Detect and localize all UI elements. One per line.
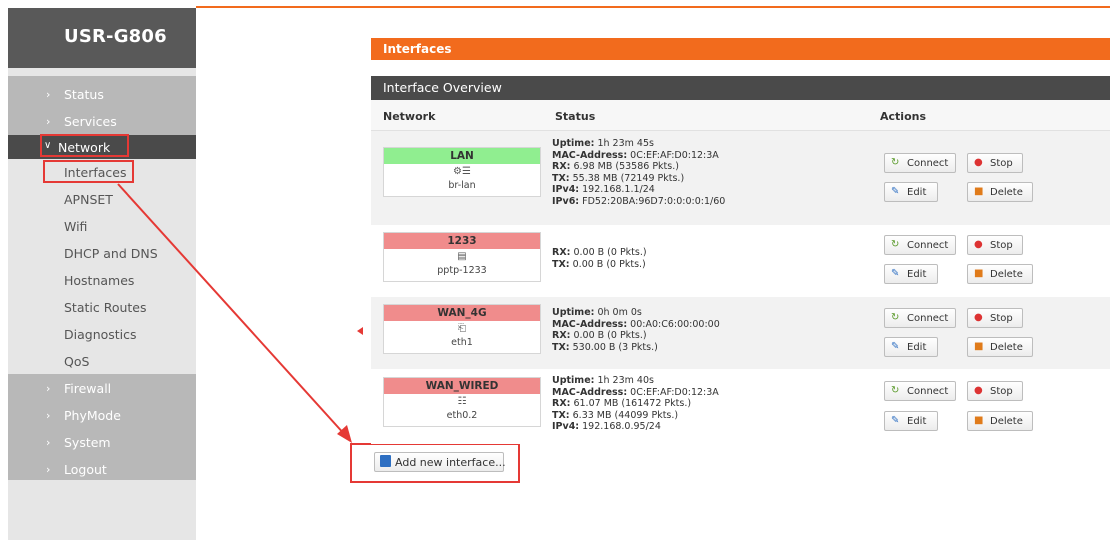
stop-icon: ● — [974, 385, 983, 396]
bridge-icon: ⚙☰ — [453, 166, 471, 177]
trash-icon: ■ — [974, 186, 984, 197]
switch-icon: ☷ — [457, 396, 467, 407]
stop-button[interactable]: ● Stop — [967, 153, 1023, 173]
row-pointer-marker — [357, 327, 363, 335]
interface-badge-lan: LAN ⚙☰ br-lan — [383, 147, 541, 197]
edit-button[interactable]: ✎ Edit — [884, 337, 938, 357]
edit-button[interactable]: ✎ Edit — [884, 182, 938, 202]
interface-status: Uptime: 1h 23m 40s MAC-Address: 0C:EF:AF… — [552, 375, 719, 432]
column-network: Network — [383, 110, 436, 123]
table-row: LAN ⚙☰ br-lan Uptime: 1h 23m 45s MAC-Add… — [371, 131, 1110, 225]
add-icon — [380, 455, 391, 467]
stop-icon: ● — [974, 157, 983, 168]
trash-icon: ■ — [974, 415, 984, 426]
connect-button[interactable]: ↻ Connect — [884, 153, 956, 173]
table-row: WAN_WIRED ☷ eth0.2 Uptime: 1h 23m 40s MA… — [371, 369, 1110, 444]
interface-status: RX: 0.00 B (0 Pkts.) TX: 0.00 B (0 Pkts.… — [552, 247, 647, 270]
delete-button[interactable]: ■ Delete — [967, 337, 1033, 357]
ethernet-icon: ⎗ — [458, 323, 466, 334]
edit-icon: ✎ — [891, 268, 900, 279]
interface-badge-wan-wired: WAN_WIRED ☷ eth0.2 — [383, 377, 541, 427]
interface-name: WAN_4G — [384, 305, 540, 321]
table-row: 1233 ▤ pptp-1233 RX: 0.00 B (0 Pkts.) TX… — [371, 225, 1110, 297]
interface-badge-wan-4g: WAN_4G ⎗ eth1 — [383, 304, 541, 354]
connect-icon: ↻ — [891, 312, 900, 323]
edit-button[interactable]: ✎ Edit — [884, 264, 938, 284]
edit-icon: ✎ — [891, 186, 900, 197]
column-status: Status — [555, 110, 596, 123]
trash-icon: ■ — [974, 268, 984, 279]
stop-button[interactable]: ● Stop — [967, 235, 1023, 255]
stop-icon: ● — [974, 312, 983, 323]
interface-device: pptp-1233 — [437, 265, 487, 276]
connect-icon: ↻ — [891, 385, 900, 396]
stop-button[interactable]: ● Stop — [967, 381, 1023, 401]
table-row: WAN_4G ⎗ eth1 Uptime: 0h 0m 0s MAC-Addre… — [371, 297, 1110, 369]
connect-icon: ↻ — [891, 239, 900, 250]
delete-button[interactable]: ■ Delete — [967, 182, 1033, 202]
interface-device: br-lan — [448, 180, 476, 191]
delete-button[interactable]: ■ Delete — [967, 264, 1033, 284]
edit-button[interactable]: ✎ Edit — [884, 411, 938, 431]
table-header: Network Status Actions — [371, 100, 1110, 131]
interface-status: Uptime: 1h 23m 45s MAC-Address: 0C:EF:AF… — [552, 138, 726, 207]
interface-status: Uptime: 0h 0m 0s MAC-Address: 00:A0:C6:0… — [552, 307, 720, 353]
connect-button[interactable]: ↻ Connect — [884, 381, 956, 401]
interface-badge-1233: 1233 ▤ pptp-1233 — [383, 232, 541, 282]
edit-icon: ✎ — [891, 341, 900, 352]
delete-button[interactable]: ■ Delete — [967, 411, 1033, 431]
connect-button[interactable]: ↻ Connect — [884, 308, 956, 328]
connect-button[interactable]: ↻ Connect — [884, 235, 956, 255]
edit-icon: ✎ — [891, 415, 900, 426]
interface-device: eth1 — [451, 337, 473, 348]
stop-button[interactable]: ● Stop — [967, 308, 1023, 328]
trash-icon: ■ — [974, 341, 984, 352]
section-header: Interface Overview — [371, 76, 1110, 100]
page-title-bar: Interfaces — [371, 38, 1110, 60]
section-title: Interface Overview — [383, 80, 502, 95]
page-title: Interfaces — [383, 42, 452, 56]
column-actions: Actions — [880, 110, 926, 123]
interface-name: WAN_WIRED — [384, 378, 540, 394]
interface-device: eth0.2 — [446, 410, 478, 421]
interface-name: 1233 — [384, 233, 540, 249]
add-interface-button[interactable]: Add new interface... — [374, 452, 506, 472]
tunnel-icon: ▤ — [457, 251, 467, 262]
stop-icon: ● — [974, 239, 983, 250]
connect-icon: ↻ — [891, 157, 900, 168]
arrow-line — [117, 183, 347, 437]
interface-name: LAN — [384, 148, 540, 164]
